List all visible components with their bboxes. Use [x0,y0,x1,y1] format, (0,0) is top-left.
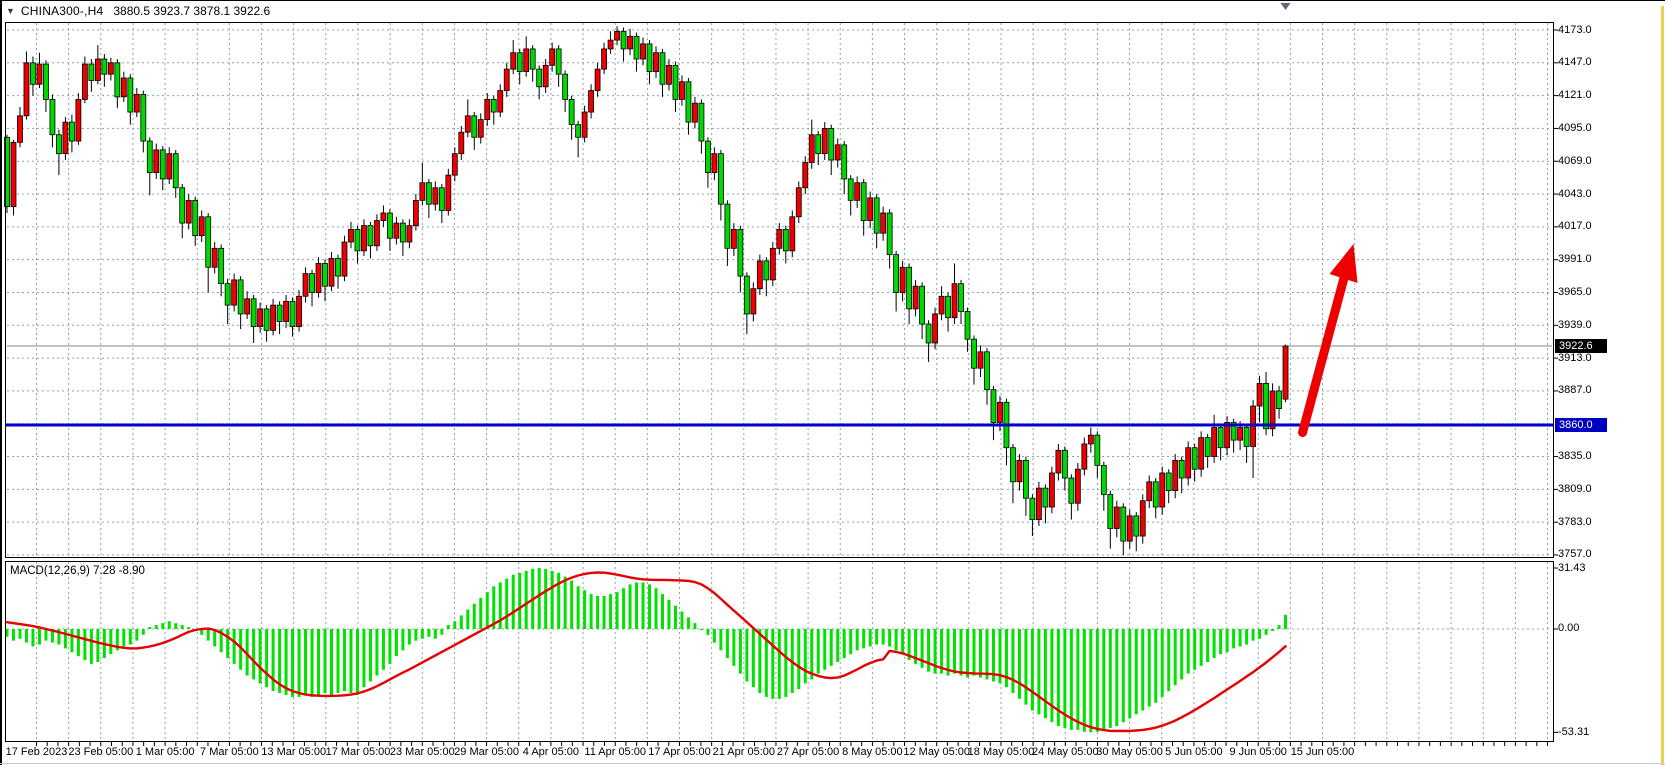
time-tick-label: 17 Feb 2023 [6,746,68,758]
price-tick-label: 3965.0 [1558,286,1610,299]
time-tick-label: 5 Jun 05:00 [1165,746,1223,758]
time-tick-label: 15 Jun 05:00 [1291,746,1355,758]
time-tick-label: 30 May 05:00 [1096,746,1163,758]
time-tick-label: 23 Feb 05:00 [68,746,133,758]
time-tick-label: 27 Apr 05:00 [777,746,839,758]
time-tick-label: 29 Mar 05:00 [454,746,519,758]
time-tick-label: 7 Mar 05:00 [200,746,259,758]
time-tick-label: 12 May 05:00 [903,746,970,758]
price-tick-label: 3835.0 [1558,450,1610,463]
time-tick-label: 17 Apr 05:00 [648,746,710,758]
price-tick-label: 4017.0 [1558,220,1610,233]
price-tick-label: 3913.0 [1558,352,1610,365]
macd-axis-min: -53.31 [1558,726,1610,739]
macd-values: 7.28 -8.90 [90,565,145,577]
time-tick-label: 24 May 05:00 [1032,746,1099,758]
macd-indicator-label: MACD(12,26,9) 7.28 -8.90 [10,565,145,577]
price-tick-label: 3809.0 [1558,483,1610,496]
axis-tick-marks [37,30,1559,746]
price-tick-label: 4147.0 [1558,56,1610,69]
macd-name: MACD(12,26,9) [10,565,90,577]
time-tick-label: 23 Mar 05:00 [390,746,455,758]
candlestick-series [5,26,1289,555]
last-bar-marker-icon [1281,3,1291,10]
price-tick-label: 3887.0 [1558,384,1610,397]
price-tick-label: 3783.0 [1558,516,1610,529]
time-tick-label: 1 Mar 05:00 [136,746,195,758]
time-tick-label: 9 Jun 05:00 [1229,746,1287,758]
time-tick-label: 21 Apr 05:00 [713,746,775,758]
time-tick-label: 8 May 05:00 [842,746,903,758]
time-tick-label: 18 May 05:00 [968,746,1035,758]
price-tick-label: 3757.0 [1558,548,1610,561]
time-tick-label: 11 Apr 05:00 [584,746,646,758]
trend-arrow[interactable] [1303,244,1358,433]
price-tick-label: 3939.0 [1558,319,1610,332]
current-price-label: 3922.6 [1555,339,1607,353]
time-tick-label: 17 Mar 05:00 [326,746,391,758]
time-tick-label: 13 Mar 05:00 [261,746,326,758]
time-tick-label: 4 Apr 05:00 [523,746,579,758]
price-tick-label: 4095.0 [1558,122,1610,135]
price-tick-label: 4043.0 [1558,188,1610,201]
chart-canvas[interactable] [0,0,1665,765]
chart-window: { "header": { "symbol_dropdown_icon": "▼… [0,0,1665,765]
macd-axis-max: 31.43 [1558,562,1610,575]
price-tick-label: 4121.0 [1558,89,1610,102]
price-tick-label: 3991.0 [1558,253,1610,266]
price-tick-label: 4069.0 [1558,155,1610,168]
macd-axis-zero: 0.00 [1558,622,1610,635]
price-tick-label: 4173.0 [1558,24,1610,37]
macd-signal-line [7,573,1286,732]
support-line-price-label: 3860.0 [1555,418,1607,432]
